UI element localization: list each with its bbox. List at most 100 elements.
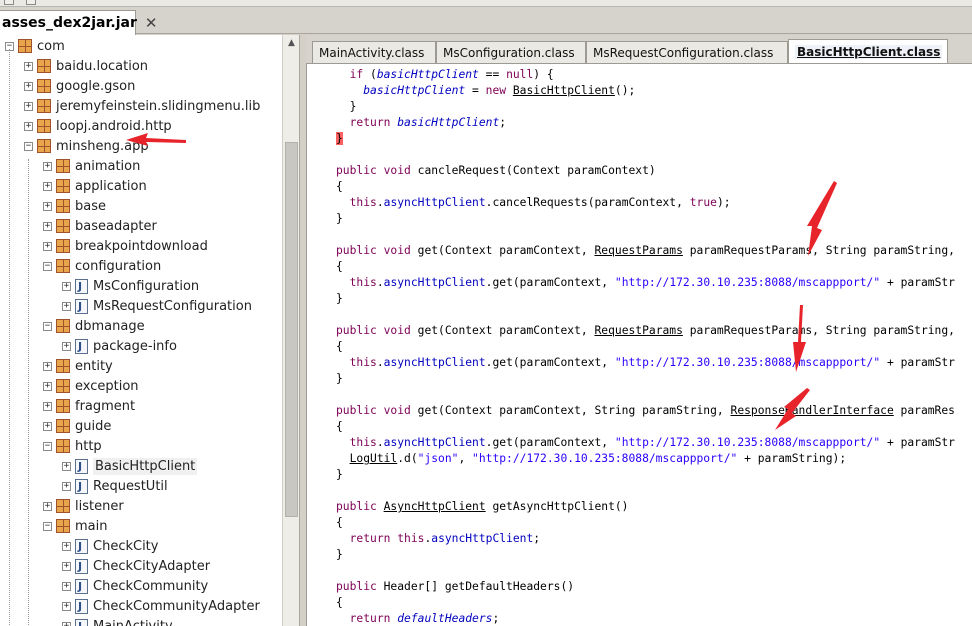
package-icon [56, 159, 70, 173]
tree-item[interactable]: − minsheng.app [24, 136, 149, 156]
tree-item-label: BasicHttpClient [93, 457, 198, 475]
collapse-icon[interactable]: − [43, 321, 52, 331]
code-token: .d( [397, 452, 418, 465]
code-token: asyncHttpClient [431, 532, 534, 545]
tree-item[interactable]: + MainActivity [62, 616, 173, 626]
expand-icon[interactable]: + [43, 421, 52, 431]
tree-item[interactable]: + MsConfiguration [62, 276, 199, 296]
tree-item[interactable]: + listener [43, 496, 124, 516]
expand-icon[interactable]: + [24, 101, 33, 111]
code-line: { [336, 515, 962, 531]
scroll-up-icon[interactable]: ▲ [283, 35, 299, 51]
expand-icon[interactable]: + [62, 601, 71, 611]
tree-item[interactable]: + CheckCityAdapter [62, 556, 210, 576]
tree-scrollbar[interactable]: ▲ [282, 35, 299, 626]
tree-item[interactable]: + package-info [62, 336, 177, 356]
expand-icon[interactable]: + [43, 201, 52, 211]
tree-item[interactable]: + baidu.location [24, 56, 148, 76]
expand-icon[interactable]: + [62, 281, 71, 291]
tree-item-label: main [75, 518, 108, 534]
tree-item[interactable]: + google.gson [24, 76, 135, 96]
code-token: + paramStr [880, 436, 955, 449]
java-file-icon [75, 618, 88, 626]
collapse-icon[interactable]: − [24, 141, 33, 151]
expand-icon[interactable]: + [43, 501, 52, 511]
code-line: { [336, 259, 962, 275]
tree-item[interactable]: + RequestUtil [62, 476, 168, 496]
expand-icon[interactable]: + [62, 461, 71, 471]
file-tab[interactable]: asses_dex2jar.jar ✕ [0, 10, 157, 35]
tree-item[interactable]: + fragment [43, 396, 135, 416]
expand-icon[interactable]: + [43, 361, 52, 371]
tree-item[interactable]: + BasicHttpClient [62, 456, 198, 476]
tree-item[interactable]: − com [5, 36, 65, 56]
expand-icon[interactable]: + [62, 341, 71, 351]
tree-item[interactable]: + CheckCommunityAdapter [62, 596, 260, 616]
tree-item[interactable]: − configuration [43, 256, 161, 276]
tree-item[interactable]: + animation [43, 156, 140, 176]
tree-item[interactable]: + CheckCommunity [62, 576, 208, 596]
expand-icon[interactable]: + [24, 61, 33, 71]
expand-icon[interactable]: + [62, 581, 71, 591]
tree-item[interactable]: + application [43, 176, 147, 196]
source-code: if (basicHttpClient == null) { basicHttp… [336, 67, 962, 626]
code-token: } [336, 468, 343, 481]
class-tab[interactable]: BasicHttpClient.class✕ [788, 39, 948, 64]
tree-item[interactable]: + MsRequestConfiguration [62, 296, 252, 316]
code-token: { [336, 516, 343, 529]
tree-item[interactable]: − dbmanage [43, 316, 145, 336]
tree-item[interactable]: + entity [43, 356, 113, 376]
collapse-icon[interactable]: − [43, 441, 52, 451]
class-tab[interactable]: MainActivity.class [312, 41, 436, 63]
code-token: .get(paramContext, [485, 436, 615, 449]
code-token: return [349, 532, 391, 545]
collapse-icon[interactable]: − [43, 521, 52, 531]
expand-icon[interactable]: + [43, 181, 52, 191]
class-tab[interactable]: MsRequestConfiguration.class [586, 41, 788, 63]
tree-item[interactable]: + exception [43, 376, 139, 396]
scrollbar-thumb[interactable] [285, 142, 298, 517]
code-token: public [336, 164, 377, 177]
expand-icon[interactable]: + [43, 401, 52, 411]
code-view[interactable]: if (basicHttpClient == null) { basicHttp… [306, 63, 972, 626]
expand-icon[interactable]: + [43, 241, 52, 251]
tree-item[interactable]: + baseadapter [43, 216, 157, 236]
tree-item-label: jeremyfeinstein.slidingmenu.lib [56, 98, 261, 114]
code-line: public Header[] getDefaultHeaders() [336, 579, 962, 595]
tree-item[interactable]: + CheckCity [62, 536, 158, 556]
expand-icon[interactable]: + [24, 81, 33, 91]
java-file-icon [75, 298, 88, 314]
java-file-icon [75, 578, 88, 594]
expand-icon[interactable]: + [62, 621, 71, 626]
expand-icon[interactable]: + [62, 541, 71, 551]
tree-item[interactable]: − http [43, 436, 102, 456]
tree-item[interactable]: + base [43, 196, 106, 216]
tree-item[interactable]: − main [43, 516, 107, 536]
tree-item[interactable]: + breakpointdownload [43, 236, 208, 256]
expand-icon[interactable]: + [43, 221, 52, 231]
tree-item[interactable]: + jeremyfeinstein.slidingmenu.lib [24, 96, 260, 116]
close-icon[interactable]: ✕ [145, 15, 158, 31]
code-token: basicHttpClient [376, 68, 479, 81]
package-icon [56, 239, 70, 253]
code-token: LogUtil [349, 452, 398, 465]
code-token: void [383, 324, 411, 337]
collapse-icon[interactable]: − [43, 261, 52, 271]
tree-item[interactable]: + guide [43, 416, 111, 436]
expand-icon[interactable]: + [62, 481, 71, 491]
code-line: } [336, 547, 962, 563]
tree-item[interactable]: + loopj.android.http [24, 116, 172, 136]
code-line: } [336, 371, 962, 387]
code-line: return basicHttpClient; [336, 115, 962, 131]
expand-icon[interactable]: + [24, 121, 33, 131]
expand-icon[interactable]: + [43, 161, 52, 171]
code-token: .get(paramContext, [485, 276, 615, 289]
expand-icon[interactable]: + [62, 561, 71, 571]
expand-icon[interactable]: + [62, 301, 71, 311]
class-tab[interactable]: MsConfiguration.class [436, 41, 586, 63]
expand-icon[interactable]: + [43, 381, 52, 391]
code-token: } [336, 372, 343, 385]
code-token: "json" [417, 452, 459, 465]
code-token: asyncHttpClient [383, 276, 486, 289]
code-token: ; [533, 532, 541, 545]
